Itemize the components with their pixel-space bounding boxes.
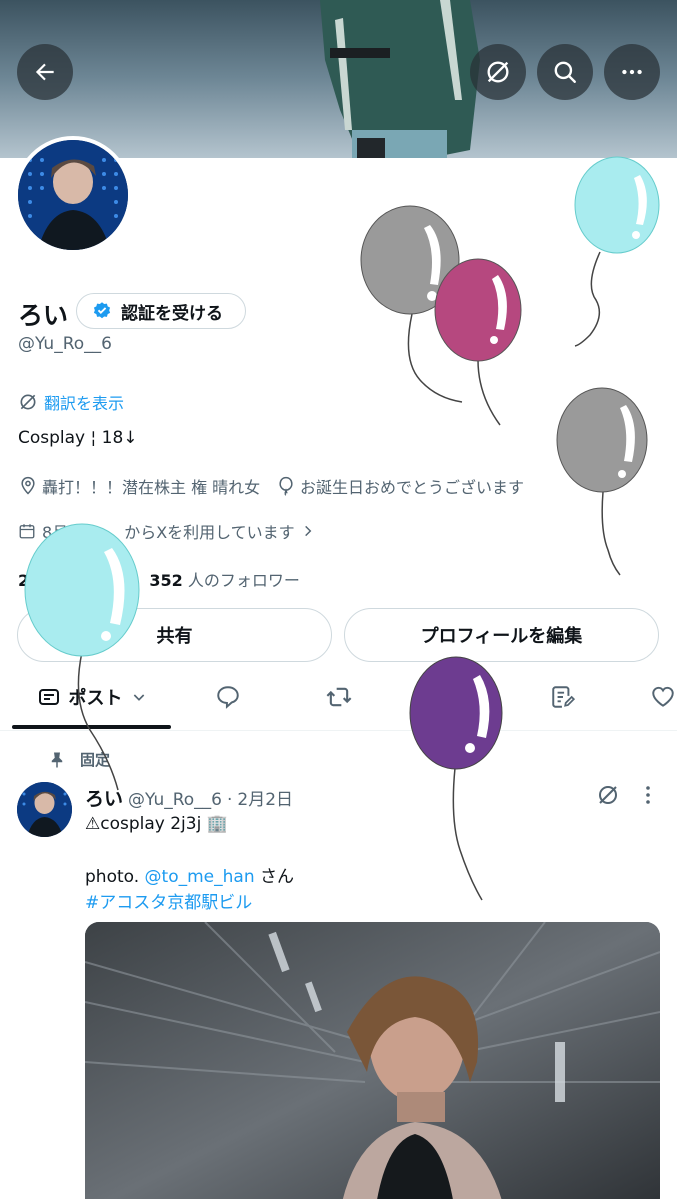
articles-icon bbox=[551, 686, 575, 708]
profile-bio: Cosplay ¦ 18↓ bbox=[18, 428, 138, 448]
translate-icon bbox=[20, 394, 36, 410]
profile-name: ろい bbox=[18, 301, 69, 330]
post-header: ろい @Yu_Ro__6 · 2月2日 bbox=[85, 784, 293, 811]
pinned-indicator: 固定 bbox=[48, 749, 110, 770]
birthday-text: お誕生日おめでとうございます bbox=[300, 478, 525, 497]
follow-stats: 2 352 人のフォロワー bbox=[18, 567, 300, 591]
translate-icon bbox=[487, 61, 509, 83]
tabs-divider bbox=[0, 730, 677, 731]
edit-profile-label: プロフィールを編集 bbox=[420, 626, 583, 647]
like-icon bbox=[652, 686, 674, 707]
search-button[interactable] bbox=[537, 44, 593, 100]
joined-prefix: 8月 bbox=[42, 523, 69, 542]
location-icon bbox=[21, 476, 35, 495]
tab-likes[interactable] bbox=[650, 676, 677, 718]
arrow-left-icon bbox=[35, 63, 54, 81]
post-dot: · bbox=[227, 790, 233, 810]
translate-bio-link[interactable]: 翻訳を表示 bbox=[18, 390, 124, 414]
post-photo bbox=[85, 922, 660, 1199]
post-author-name[interactable]: ろい bbox=[85, 784, 123, 811]
post-text-line1: ⚠︎cosplay 2j3j 🏢 bbox=[85, 814, 228, 834]
balloon-gray-1 bbox=[360, 205, 463, 403]
chevron-down-icon[interactable] bbox=[131, 689, 147, 705]
pinned-label: 固定 bbox=[80, 751, 111, 769]
balloon-pink bbox=[434, 258, 522, 426]
more-button[interactable] bbox=[604, 44, 660, 100]
post-hashtag-link[interactable]: #アコスタ京都駅ビル bbox=[85, 888, 252, 913]
translate-button[interactable] bbox=[470, 44, 526, 100]
avatar[interactable] bbox=[14, 136, 132, 254]
post-avatar-photo bbox=[17, 782, 72, 837]
post-mention-link[interactable]: @to_me_han bbox=[145, 867, 255, 887]
post-date[interactable]: 2月2日 bbox=[237, 785, 293, 810]
posts-icon bbox=[38, 689, 59, 705]
profile-joined-date: 8月 からXを利用しています bbox=[18, 519, 315, 543]
calendar-icon bbox=[19, 524, 35, 539]
post-image[interactable] bbox=[85, 922, 660, 1199]
followers-count[interactable]: 352 bbox=[149, 571, 182, 590]
post-mention-suffix: さん bbox=[260, 867, 295, 887]
translate-icon bbox=[599, 786, 617, 804]
media-icon bbox=[437, 688, 458, 706]
joined-text: からXを利用しています bbox=[124, 523, 295, 542]
tab-posts-label: ポスト bbox=[68, 688, 123, 709]
post-text-line2: photo. @to_me_han さん bbox=[85, 862, 294, 887]
tab-articles[interactable] bbox=[535, 676, 590, 718]
avatar-photo bbox=[18, 140, 128, 250]
location-text: 轟打！！！潜在株主 権 晴れ女 bbox=[42, 478, 261, 497]
post-more-button[interactable] bbox=[640, 783, 656, 807]
pin-icon bbox=[51, 752, 63, 767]
search-icon bbox=[554, 61, 576, 83]
reply-icon bbox=[216, 686, 239, 709]
balloon-gray-2 bbox=[556, 387, 648, 576]
profile-location: 轟打！！！潜在株主 権 晴れ女 bbox=[18, 474, 260, 498]
tab-reposts[interactable] bbox=[311, 676, 366, 718]
edit-profile-button[interactable]: プロフィールを編集 bbox=[344, 608, 659, 662]
profile-handle: @Yu_Ro__6 bbox=[18, 334, 112, 354]
post-photo-prefix: photo. bbox=[85, 867, 140, 887]
balloon-icon bbox=[279, 476, 293, 496]
post-author-handle[interactable]: @Yu_Ro__6 bbox=[128, 790, 222, 810]
balloon-cyan-1 bbox=[574, 156, 660, 347]
chevron-right-icon[interactable] bbox=[301, 524, 315, 538]
post-translate-button[interactable] bbox=[596, 783, 620, 807]
get-verified-label: 認証を受ける bbox=[121, 303, 223, 324]
profile-birthday: お誕生日おめでとうございます bbox=[276, 474, 524, 498]
get-verified-button[interactable]: 認証を受ける bbox=[76, 293, 246, 329]
verified-badge-icon bbox=[93, 302, 111, 319]
tab-replies[interactable] bbox=[200, 676, 255, 718]
more-vertical-icon bbox=[646, 786, 650, 804]
back-button[interactable] bbox=[17, 44, 73, 100]
share-button[interactable]: 共有 bbox=[17, 608, 332, 662]
more-icon bbox=[622, 69, 642, 75]
translate-label: 翻訳を表示 bbox=[44, 394, 125, 413]
repost-icon bbox=[326, 687, 351, 707]
post-avatar[interactable] bbox=[17, 782, 72, 837]
active-tab-indicator bbox=[12, 725, 171, 729]
share-label: 共有 bbox=[156, 626, 193, 647]
tab-posts[interactable]: ポスト bbox=[12, 676, 171, 718]
following-count[interactable]: 2 bbox=[18, 571, 29, 590]
tab-media[interactable] bbox=[420, 676, 475, 718]
followers-label[interactable]: 人のフォロワー bbox=[188, 571, 300, 590]
